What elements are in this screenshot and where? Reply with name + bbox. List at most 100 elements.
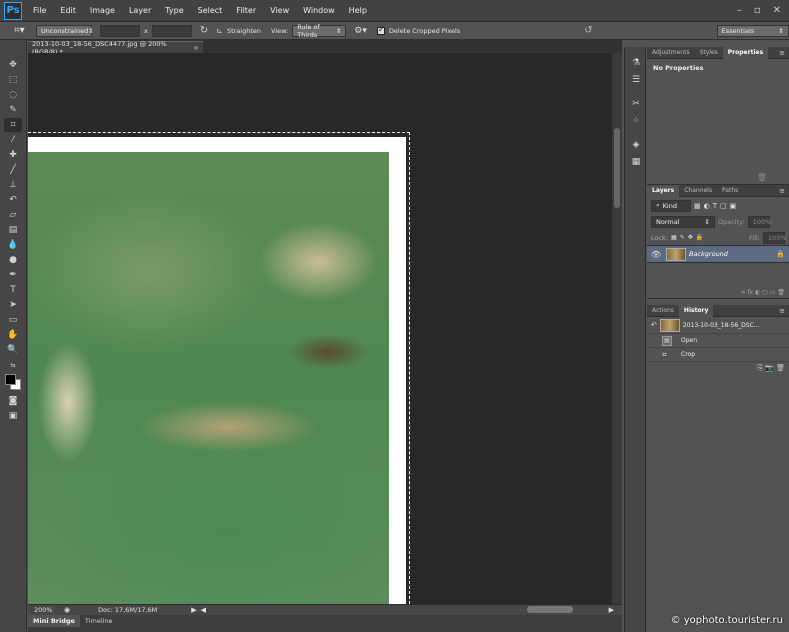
zoom-tool-icon[interactable]: 🔍	[4, 343, 22, 357]
lock-image-icon[interactable]: ✎	[680, 234, 685, 241]
menu-layer[interactable]: Layer	[122, 6, 158, 15]
history-panel-icon[interactable]: ⚗	[629, 57, 643, 69]
clear-rotate-icon[interactable]: ↻	[200, 25, 208, 36]
photo-image[interactable]	[28, 152, 389, 604]
healing-brush-tool-icon[interactable]: ✚	[4, 148, 22, 162]
lock-position-icon[interactable]: ✥	[688, 234, 693, 241]
gradient-tool-icon[interactable]: ▤	[4, 223, 22, 237]
zoom-level[interactable]: 200%	[28, 606, 58, 614]
shape-filter-icon[interactable]: ▢	[720, 202, 727, 210]
kind-filter-select[interactable]: ⌕ Kind	[651, 199, 691, 212]
gear-icon[interactable]: ⚙▾	[354, 26, 367, 36]
pixel-filter-icon[interactable]: ▦	[694, 202, 701, 210]
horizontal-scroll-thumb[interactable]	[527, 606, 573, 613]
tab-channels[interactable]: Channels	[679, 185, 717, 197]
shape-tool-icon[interactable]: ▭	[4, 313, 22, 327]
type-tool-icon[interactable]: T	[4, 283, 22, 297]
move-tool-icon[interactable]: ✥	[4, 58, 22, 72]
opacity-field[interactable]: 100%	[747, 216, 771, 228]
tab-mini-bridge[interactable]: Mini Bridge	[28, 615, 80, 627]
straighten-icon[interactable]: ⊾	[216, 26, 223, 35]
eyedropper-tool-icon[interactable]: ⁄	[4, 133, 22, 147]
menu-window[interactable]: Window	[296, 6, 342, 15]
menu-select[interactable]: Select	[191, 6, 230, 15]
menu-file[interactable]: File	[26, 6, 53, 15]
tab-paths[interactable]: Paths	[717, 185, 743, 197]
dodge-tool-icon[interactable]: ●	[4, 253, 22, 267]
delete-cropped-checkbox[interactable]	[376, 25, 385, 35]
brush-tool-icon[interactable]: ╱	[4, 163, 22, 177]
document-tab[interactable]: 2013-10-03_18-56_DSC4477.jpg @ 200% (RGB…	[28, 40, 203, 56]
scroll-right-icon[interactable]: ▶	[609, 606, 614, 614]
ratio-select[interactable]: Unconstrained ⇕	[36, 24, 94, 37]
straighten-label[interactable]: Straighten	[227, 27, 261, 35]
hand-tool-icon[interactable]: ✋	[4, 328, 22, 342]
history-snapshot-row[interactable]: ↶ 2013-10-03_18-56_DSC...	[647, 317, 789, 334]
delete-cropped-label[interactable]: Delete Cropped Pixels	[389, 27, 460, 35]
tab-styles[interactable]: Styles	[695, 47, 723, 59]
tab-history[interactable]: History	[678, 304, 714, 317]
history-brush-tool-icon[interactable]: ↶	[4, 193, 22, 207]
tab-properties[interactable]: Properties	[722, 46, 769, 59]
document-canvas[interactable]	[28, 53, 612, 604]
tools-options-icon[interactable]: ✂	[629, 98, 643, 110]
lock-all-icon[interactable]: 🔒	[696, 234, 703, 241]
tab-timeline[interactable]: Timeline	[80, 615, 118, 627]
close-button[interactable]: ✕	[773, 5, 781, 16]
menu-filter[interactable]: Filter	[229, 6, 263, 15]
menu-view[interactable]: View	[263, 6, 296, 15]
layers-panel-icon[interactable]: ◈	[629, 139, 643, 151]
foreground-color-swatch[interactable]	[5, 374, 16, 385]
menu-edit[interactable]: Edit	[53, 6, 83, 15]
status-menu-arrow-icon[interactable]: ▶	[191, 606, 196, 614]
menu-help[interactable]: Help	[342, 6, 374, 15]
eraser-tool-icon[interactable]: ▱	[4, 208, 22, 222]
clone-stamp-tool-icon[interactable]: ⊥	[4, 178, 22, 192]
height-field[interactable]	[151, 24, 192, 37]
eye-icon[interactable]: 👁	[651, 250, 663, 259]
marquee-tool-icon[interactable]: ⬚	[4, 73, 22, 87]
layer-name[interactable]: Background	[689, 250, 728, 258]
lasso-tool-icon[interactable]: ◌	[4, 88, 22, 102]
close-tab-icon[interactable]: ×	[194, 44, 199, 52]
blend-mode-select[interactable]: Normal ⇕	[651, 216, 715, 228]
quick-select-tool-icon[interactable]: ✎	[4, 103, 22, 117]
properties-panel-icon[interactable]: ☰	[629, 74, 643, 86]
crop-tool-icon[interactable]: ⌗	[4, 118, 22, 132]
type-filter-icon[interactable]: T	[713, 202, 717, 210]
tab-layers[interactable]: Layers	[647, 184, 680, 197]
screen-mode-icon[interactable]: ▣	[4, 409, 22, 423]
menu-image[interactable]: Image	[83, 6, 122, 15]
history-step[interactable]: ▤ Open	[647, 334, 789, 348]
path-select-tool-icon[interactable]: ➤	[4, 298, 22, 312]
tab-adjustments[interactable]: Adjustments	[647, 47, 695, 59]
quick-mask-icon[interactable]: ◙	[4, 394, 22, 408]
color-swatches[interactable]	[4, 373, 22, 393]
width-field[interactable]	[100, 24, 140, 37]
history-brush-source-icon[interactable]: ↶	[651, 321, 657, 329]
channels-panel-icon[interactable]: ▦	[629, 156, 643, 168]
tab-actions[interactable]: Actions	[647, 305, 679, 317]
swap-colors-icon[interactable]: ⇆	[4, 358, 22, 372]
brush-panel-icon[interactable]: ⁘	[629, 115, 643, 127]
history-step[interactable]: ⌗ Crop	[647, 348, 789, 362]
fill-field[interactable]: 100%	[763, 231, 787, 244]
share-icon[interactable]: ◉	[64, 606, 70, 614]
workspace-select[interactable]: Essentials ⇕	[716, 24, 789, 37]
minimize-button[interactable]: –	[737, 5, 742, 16]
restore-button[interactable]: ▫	[754, 5, 761, 16]
adjustment-filter-icon[interactable]: ◐	[704, 202, 710, 210]
panel-menu-icon[interactable]: ≡	[779, 187, 785, 195]
scroll-left-icon[interactable]: ◀	[201, 606, 206, 614]
menu-type[interactable]: Type	[158, 6, 190, 15]
lock-transparent-icon[interactable]: ▦	[671, 234, 677, 241]
vertical-scroll-thumb[interactable]	[614, 128, 620, 208]
blur-tool-icon[interactable]: 💧	[4, 238, 22, 252]
reset-icon[interactable]: ↺	[584, 25, 592, 36]
panel-menu-icon[interactable]: ≡	[779, 49, 785, 57]
smart-object-filter-icon[interactable]: ▣	[730, 202, 737, 210]
panel-menu-icon[interactable]: ≡	[779, 307, 785, 315]
crop-tool-preset-icon[interactable]: ⌗▾	[14, 25, 32, 36]
layer-row[interactable]: 👁 Background 🔒	[647, 245, 789, 263]
view-overlay-select[interactable]: Rule of Thirds ⇕	[292, 23, 347, 39]
